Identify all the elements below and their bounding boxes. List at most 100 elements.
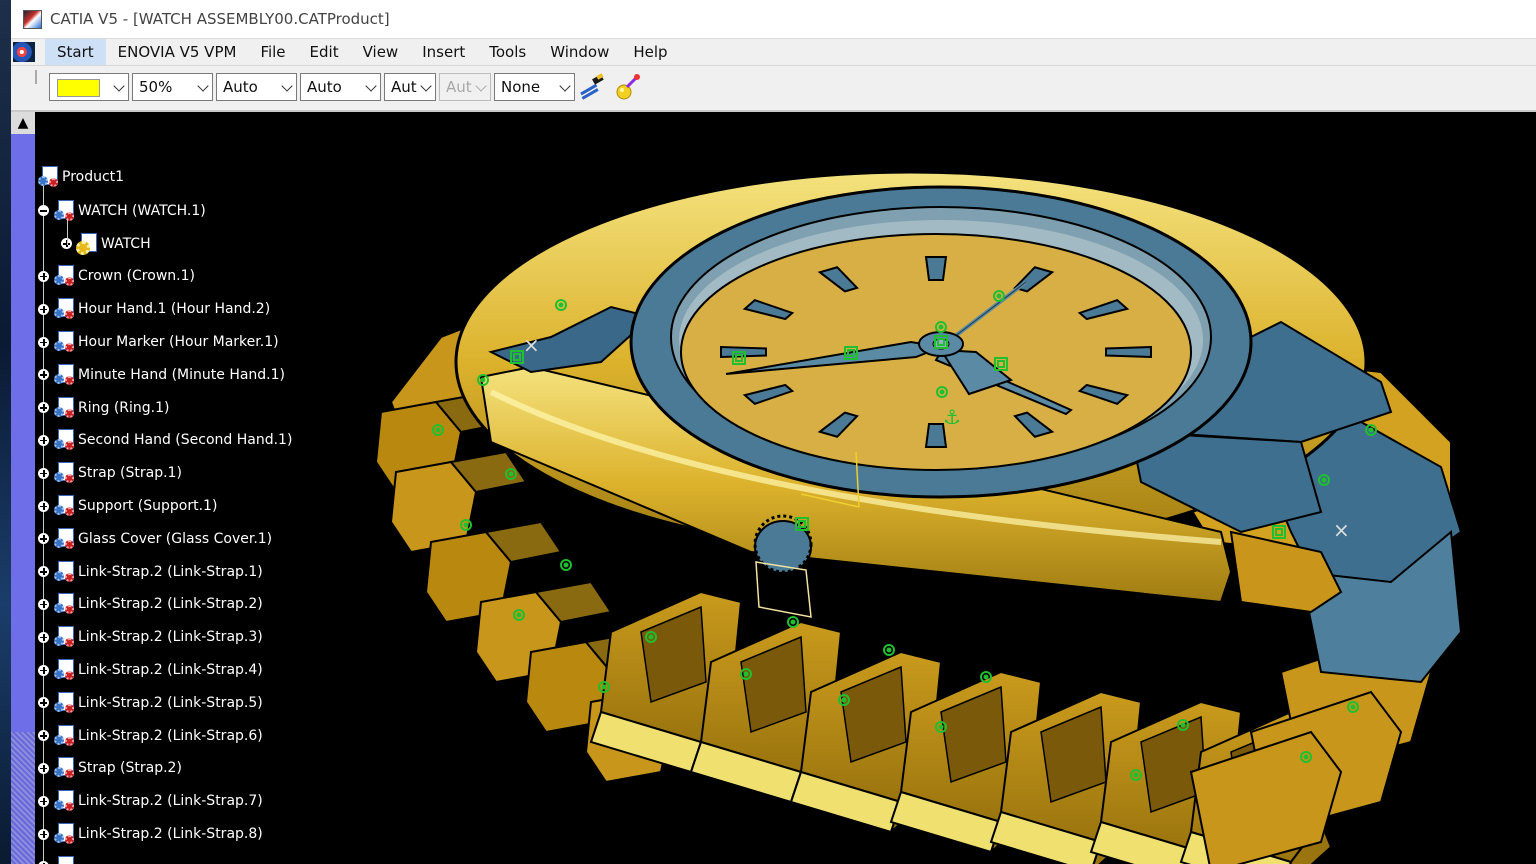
title-bar: CATIA V5 - [WATCH ASSEMBLY00.CATProduct] [11,0,1536,39]
menu-help[interactable]: Help [621,39,679,65]
product-icon [53,298,75,320]
tree-item[interactable]: Hour Marker (Hour Marker.1) [38,329,279,355]
rendering-style-value: Aut [446,78,472,96]
menu-enovia-v5-vpm[interactable]: ENOVIA V5 VPM [106,39,249,65]
linetype-value: Auto [307,78,342,96]
chevron-down-icon [365,80,377,92]
tree-node-label: Link-Strap.2 (Link-Strap.4) [78,662,263,678]
tree-node-label: Product1 [62,169,125,185]
tree-item[interactable]: Link-Strap.2 (Link-Strap.4) [38,657,263,683]
tree-node-label: Link-Strap.2 (Link-Strap.8) [78,826,263,842]
menu-bar: Start ENOVIA V5 VPM File Edit View Insert Tool… [11,39,1536,66]
tree-item[interactable]: Link-Strap.2 (Link-Strap.3) [38,624,263,650]
tree-scrollbar[interactable]: ▲ [11,112,35,864]
menu-insert[interactable]: Insert [410,39,477,65]
product-icon [53,199,75,222]
point-symbol-value: Aut [391,78,417,96]
expand-icon[interactable] [38,697,49,709]
tree-item[interactable]: Link-Strap.2 (Link-Strap.7) [38,788,263,814]
expand-icon[interactable] [38,828,49,840]
product-icon [53,724,75,747]
properties-wand-icon[interactable] [613,72,643,102]
collapse-icon[interactable] [38,205,49,217]
expand-icon[interactable] [38,500,49,512]
tree-root-product1[interactable]: Product1 [37,164,124,190]
toolbar-grip[interactable] [35,70,37,84]
part-icon [76,232,98,255]
tree-item[interactable]: Link-Strap.2 (Link-Strap.8) [38,821,263,847]
line-thickness-value: Auto [223,78,258,96]
point-symbol-combo[interactable]: Aut [384,73,436,101]
expand-icon[interactable] [38,336,49,348]
painter-brush-icon[interactable] [577,72,607,102]
anchor-constraint-icon: ⚓ [943,405,961,429]
tree-node-label: Hour Marker (Hour Marker.1) [78,334,279,350]
tree-item[interactable]: Crown (Crown.1) [38,263,195,289]
scrollbar-thumb[interactable] [11,732,35,864]
tree-node-label: Strap (Strap.1) [78,465,182,482]
tree-item[interactable]: Link-Strap.2 (Link-Strap.2) [38,591,263,617]
product-icon [53,691,75,714]
product-icon [53,527,75,550]
menu-edit[interactable]: Edit [298,39,351,65]
tree-item[interactable]: Second Hand (Second Hand.1) [38,427,292,453]
tree-item[interactable]: Link-Strap.2 (Link-Strap.6) [38,723,263,749]
tree-item[interactable]: Strap (Strap.1) [38,460,182,486]
product-icon [53,855,75,864]
expand-icon[interactable] [38,730,49,742]
tree-item[interactable]: Strap (Strap.2) [38,755,182,781]
tree-node-label: WATCH (WATCH.1) [78,202,206,219]
product-icon [53,560,75,583]
product-icon [53,331,75,353]
product-icon [53,593,75,615]
tree-item[interactable]: Glass Cover (Glass Cover.1) [38,526,272,552]
chevron-down-icon [113,80,125,92]
rendering-style-combo: Aut [439,73,491,101]
tree-item[interactable]: Support (Support.1) [38,493,217,519]
tree-item[interactable]: WATCH (WATCH.1) [38,198,206,224]
menu-file[interactable]: File [248,39,297,65]
tree-item[interactable]: Link-Strap.2 (Link-Strap.5) [38,690,263,716]
expand-icon[interactable] [38,598,49,610]
product-icon [53,363,75,386]
expand-icon[interactable] [38,434,49,446]
product-icon [53,495,75,517]
tree-item[interactable]: Hour Hand.1 (Hour Hand.2) [38,296,270,322]
tree-item[interactable]: Minute Hand (Minute Hand.1) [38,362,285,388]
layer-combo[interactable]: None [494,73,575,101]
svg-text:×: × [1333,518,1350,542]
menu-tools[interactable]: Tools [477,39,538,65]
transparency-combo[interactable]: 50% [132,73,213,101]
expand-icon[interactable] [38,631,49,643]
desktop-background [0,0,11,864]
tree-item[interactable]: Ring (Ring.1) [38,395,170,421]
menu-start[interactable]: Start [45,39,106,65]
catia-app-icon[interactable] [23,9,42,29]
expand-icon[interactable] [38,664,49,676]
expand-icon[interactable] [38,533,49,545]
expand-icon[interactable] [38,303,49,315]
menu-view[interactable]: View [351,39,411,65]
menu-window[interactable]: Window [538,39,621,65]
scroll-up-icon[interactable]: ▲ [11,112,35,134]
linetype-combo[interactable]: Auto [300,73,381,101]
tree-node-label: Link-Strap.2 (Link-Strap.3) [78,629,263,646]
tree-item[interactable] [38,854,78,864]
expand-icon[interactable] [38,270,49,282]
expand-icon[interactable] [38,762,49,774]
chevron-down-icon [475,80,487,92]
expand-icon[interactable] [38,467,49,479]
expand-icon[interactable] [38,402,49,414]
product-icon [53,790,75,812]
expand-icon[interactable] [38,566,49,578]
line-thickness-combo[interactable]: Auto [216,73,297,101]
tree-node-label: Second Hand (Second Hand.1) [78,432,293,449]
tree-item[interactable]: Link-Strap.2 (Link-Strap.1) [38,559,263,585]
expand-icon[interactable] [38,369,49,381]
3d-viewport[interactable]: ⚓ × × ▲ Product1 WATCH (WATCH.1) WATCH Crow… [11,112,1536,864]
catia-compass-icon[interactable] [13,42,35,62]
color-combo[interactable] [49,73,129,101]
watch-assembly-model[interactable]: ⚓ × × [11,112,1536,864]
tree-item[interactable]: WATCH [61,231,151,257]
expand-icon[interactable] [38,795,49,807]
